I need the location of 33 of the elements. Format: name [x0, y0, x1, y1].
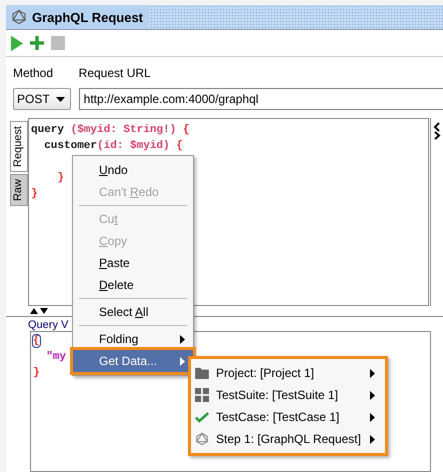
submenu-arrow-icon	[370, 434, 375, 444]
menu-item[interactable]: Get Data...	[73, 350, 193, 372]
graphql-icon	[11, 9, 27, 25]
submenu-arrow-icon	[180, 334, 185, 344]
grid-icon	[195, 388, 209, 402]
menu-item[interactable]: Paste	[73, 252, 193, 274]
menu-item[interactable]: Undo	[73, 159, 193, 181]
menu-item[interactable]: Delete	[73, 274, 193, 296]
method-dropdown[interactable]: POST	[13, 88, 71, 110]
check-icon	[195, 412, 209, 422]
method-label: Method	[13, 66, 54, 82]
menu-item[interactable]: Folding	[73, 328, 193, 350]
submenu-arrow-icon	[370, 368, 375, 378]
menu-item[interactable]: TestSuite: [TestSuite 1]	[191, 384, 385, 406]
url-field[interactable]: http://example.com:4000/graphql	[78, 88, 443, 110]
submenu-arrow-icon	[370, 390, 375, 400]
menu-item[interactable]: Step 1: [GraphQL Request]	[191, 428, 385, 450]
caret-icon	[56, 96, 65, 102]
folder-icon	[195, 367, 209, 379]
menu-item[interactable]: Project: [Project 1]	[191, 362, 385, 384]
window-title: GraphQL Request	[32, 10, 144, 24]
url-label: Request URL	[78, 66, 152, 82]
menu-item[interactable]: TestCase: [TestCase 1]	[191, 406, 385, 428]
submenu-arrow-icon	[370, 412, 375, 422]
split-arrows-icon[interactable]	[30, 308, 48, 314]
run-icon[interactable]	[11, 34, 23, 52]
editor-tab[interactable]: Request	[10, 121, 28, 172]
graphql-icon	[195, 432, 209, 446]
variables-label: Query V	[28, 319, 68, 331]
editor-tab[interactable]: Raw	[10, 174, 28, 206]
add-icon[interactable]	[30, 36, 44, 50]
collapse-icon[interactable]	[433, 122, 441, 140]
submenu-arrow-icon	[180, 356, 185, 366]
